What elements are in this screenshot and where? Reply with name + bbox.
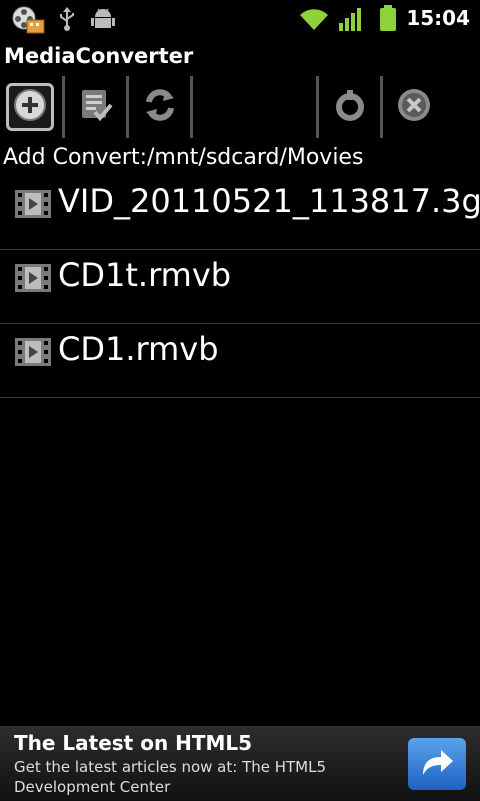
refresh-button[interactable] xyxy=(130,74,190,140)
toolbar-divider xyxy=(126,76,129,138)
cancel-button[interactable] xyxy=(384,74,444,140)
signal-icon xyxy=(338,6,364,36)
clock: 15:04 xyxy=(406,6,470,30)
select-button[interactable] xyxy=(66,74,126,140)
add-icon xyxy=(13,88,47,126)
file-name: CD1.rmvb xyxy=(58,330,219,368)
list-item[interactable]: CD1.rmvb xyxy=(0,324,480,398)
status-bar: 15:04 xyxy=(0,0,480,38)
video-file-icon xyxy=(14,337,52,371)
file-name: CD1t.rmvb xyxy=(58,256,232,294)
refresh-icon xyxy=(141,86,179,128)
toolbar-divider xyxy=(62,76,65,138)
power-button[interactable] xyxy=(320,74,380,140)
media-converter-notification-icon xyxy=(10,4,46,40)
video-file-icon xyxy=(14,189,52,223)
ad-banner[interactable]: The Latest on HTML5 Get the latest artic… xyxy=(0,726,480,801)
title-bar: MediaConverter xyxy=(0,38,480,74)
list-item[interactable]: CD1t.rmvb xyxy=(0,250,480,324)
current-path-label: Add Convert:/mnt/sdcard/Movies xyxy=(3,145,364,170)
toolbar-divider xyxy=(190,76,193,138)
wifi-icon xyxy=(298,6,330,36)
power-icon xyxy=(331,86,369,128)
add-button[interactable] xyxy=(4,74,56,140)
ad-text: Get the latest articles now at: The HTML… xyxy=(14,758,327,796)
file-list: VID_20110521_113817.3gp CD1t.rmvb CD1.rm… xyxy=(0,176,480,398)
toolbar-divider xyxy=(380,76,383,138)
ad-title: The Latest on HTML5 xyxy=(14,731,253,755)
android-debug-icon xyxy=(90,6,116,36)
ad-open-button[interactable] xyxy=(408,738,466,790)
cancel-icon xyxy=(395,86,433,128)
file-name: VID_20110521_113817.3gp xyxy=(58,182,480,220)
app-title: MediaConverter xyxy=(4,44,194,68)
checklist-icon xyxy=(78,87,114,127)
list-item[interactable]: VID_20110521_113817.3gp xyxy=(0,176,480,250)
toolbar xyxy=(0,74,480,140)
usb-icon xyxy=(56,6,78,36)
video-file-icon xyxy=(14,263,52,297)
toolbar-divider xyxy=(316,76,319,138)
share-arrow-icon xyxy=(419,747,455,781)
battery-icon xyxy=(378,4,398,36)
